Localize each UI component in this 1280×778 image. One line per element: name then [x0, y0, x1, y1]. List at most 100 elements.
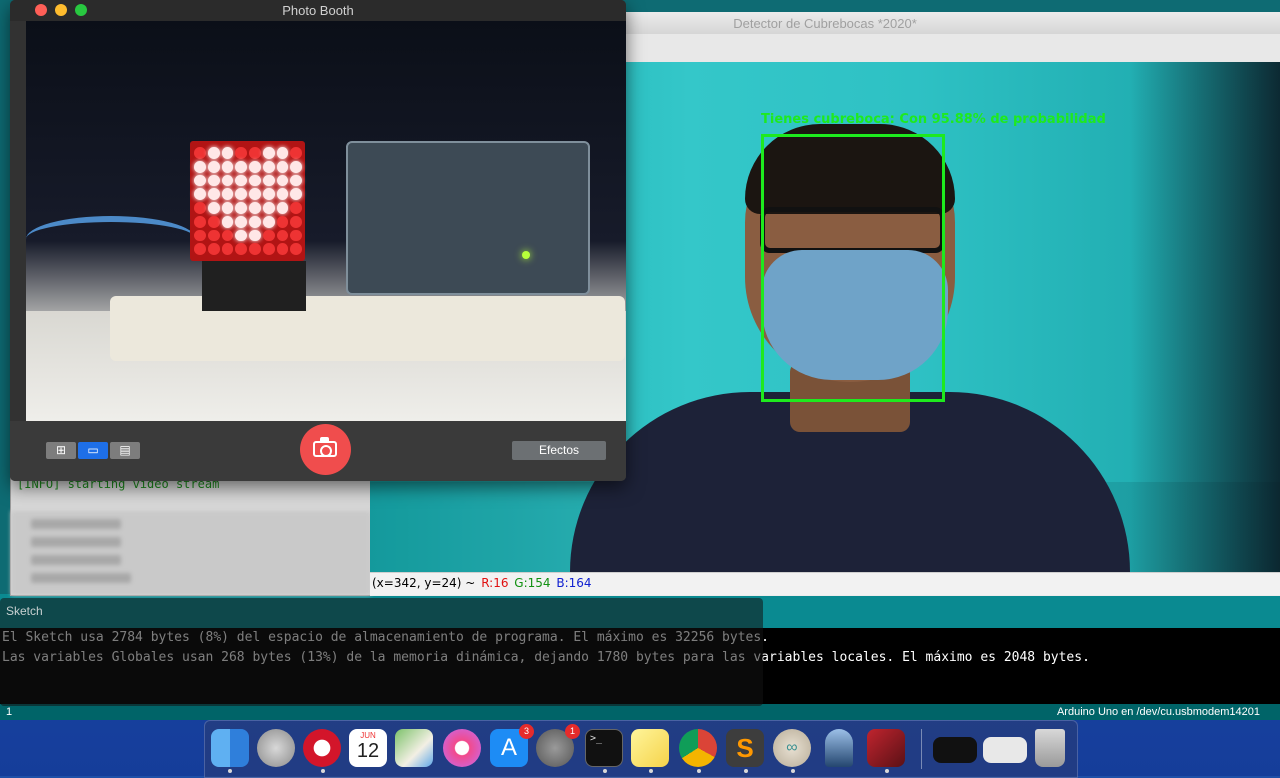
led-dot: [207, 174, 220, 187]
running-indicator: [697, 769, 701, 773]
stickies-icon[interactable]: [631, 729, 669, 767]
led-dot: [262, 202, 275, 214]
single-view-button[interactable]: ▭: [78, 442, 108, 459]
led-dot: [262, 174, 275, 187]
led-dot: [276, 215, 289, 228]
led-dot: [207, 215, 220, 228]
led-dot: [276, 147, 289, 159]
led-dot: [249, 147, 261, 159]
led-dot: [207, 202, 220, 214]
led-dot: [221, 229, 234, 242]
photo-booth-preview: [26, 21, 626, 421]
running-indicator: [744, 769, 748, 773]
led-dot: [290, 215, 302, 228]
led-dot: [290, 188, 302, 200]
led-dot: [290, 160, 302, 173]
dock: JUN 12 A 3 1 >_ S ∞: [204, 720, 1078, 778]
sketch-window[interactable]: Sketch: [0, 598, 763, 706]
app-store-badge: 3: [519, 724, 534, 739]
finder-icon[interactable]: [211, 729, 249, 767]
running-indicator: [603, 769, 607, 773]
led-dot: [207, 188, 220, 200]
photo-booth-window[interactable]: Photo Booth ⊞ ▭ ▤ Efectos: [10, 0, 626, 481]
take-photo-button[interactable]: [300, 424, 351, 475]
led-dot: [194, 229, 206, 242]
running-indicator: [885, 769, 889, 773]
led-dot: [221, 188, 234, 200]
opera-icon[interactable]: [303, 729, 341, 767]
terminal-blurred-lines: [11, 511, 371, 595]
sublime-text-icon[interactable]: S: [726, 729, 764, 767]
led-dot: [290, 243, 302, 255]
pencil-app-icon[interactable]: [825, 729, 853, 767]
pixel-info-bar: (x=342, y=24) ~ R:16 G:154 B:164: [370, 572, 1280, 595]
status-board: Arduino Uno en /dev/cu.usbmodem14201: [1056, 706, 1260, 718]
led-dot: [276, 188, 289, 200]
led-dot: [207, 229, 220, 242]
running-indicator: [791, 769, 795, 773]
led-dot: [262, 188, 275, 200]
led-dot: [194, 243, 206, 255]
face-detection-label: Tienes cubreboca: Con 95.88% de probabil…: [761, 112, 1106, 127]
led-matrix-driver-board: [202, 261, 306, 311]
effects-button[interactable]: Efectos: [512, 441, 606, 460]
led-dot: [194, 188, 206, 200]
led-dot: [290, 202, 302, 214]
arduino-board: [346, 141, 590, 295]
minimized-window-2-icon[interactable]: [983, 737, 1027, 763]
led-dot: [194, 174, 206, 187]
led-dot: [235, 243, 247, 255]
calendar-month: JUN: [360, 731, 376, 740]
dock-separator: [921, 729, 922, 769]
led-dot: [194, 202, 206, 214]
face-detection-box: [761, 134, 945, 402]
filmstrip-view-button[interactable]: ▤: [110, 442, 140, 459]
led-dot: [235, 229, 247, 242]
photo-booth-icon[interactable]: [867, 729, 905, 767]
running-indicator: [649, 769, 653, 773]
pixel-red: R:16: [481, 576, 509, 590]
running-indicator: [228, 769, 232, 773]
led-dot: [249, 229, 261, 242]
led-dot: [249, 215, 261, 228]
led-dot: [221, 174, 234, 187]
led-dot: [262, 147, 275, 159]
led-dot: [276, 174, 289, 187]
led-dot: [221, 147, 234, 159]
itunes-icon[interactable]: [443, 729, 481, 767]
led-dot: [221, 215, 234, 228]
led-dot: [249, 160, 261, 173]
trash-icon[interactable]: [1035, 729, 1065, 767]
curtain-shadow: [1130, 62, 1280, 572]
led-dot: [207, 160, 220, 173]
led-dot: [290, 147, 302, 159]
photo-booth-controls: ⊞ ▭ ▤ Efectos: [10, 421, 626, 481]
led-dot: [221, 160, 234, 173]
led-dot: [262, 160, 275, 173]
running-indicator: [321, 769, 325, 773]
grid-view-button[interactable]: ⊞: [46, 442, 76, 459]
photo-booth-title: Photo Booth: [282, 3, 354, 18]
led-dot: [207, 147, 220, 159]
calendar-day: 12: [356, 740, 380, 762]
led-dot: [249, 188, 261, 200]
system-preferences-badge: 1: [565, 724, 580, 739]
maps-icon[interactable]: [395, 729, 433, 767]
pixel-green: G:154: [514, 576, 551, 590]
launchpad-icon[interactable]: [257, 729, 295, 767]
led-dot: [235, 215, 247, 228]
power-led: [522, 251, 530, 259]
arduino-icon[interactable]: ∞: [773, 729, 811, 767]
calendar-icon[interactable]: JUN 12: [349, 729, 387, 767]
camera-icon: [313, 441, 337, 457]
terminal-icon[interactable]: >_: [585, 729, 623, 767]
chrome-icon[interactable]: [679, 729, 717, 767]
led-dot: [194, 147, 206, 159]
led-dot: [276, 229, 289, 242]
breadboard: [110, 296, 625, 361]
minimized-window-1-icon[interactable]: [933, 737, 977, 763]
led-dot: [235, 202, 247, 214]
led-dot: [194, 215, 206, 228]
led-dot: [290, 174, 302, 187]
led-dot: [262, 215, 275, 228]
